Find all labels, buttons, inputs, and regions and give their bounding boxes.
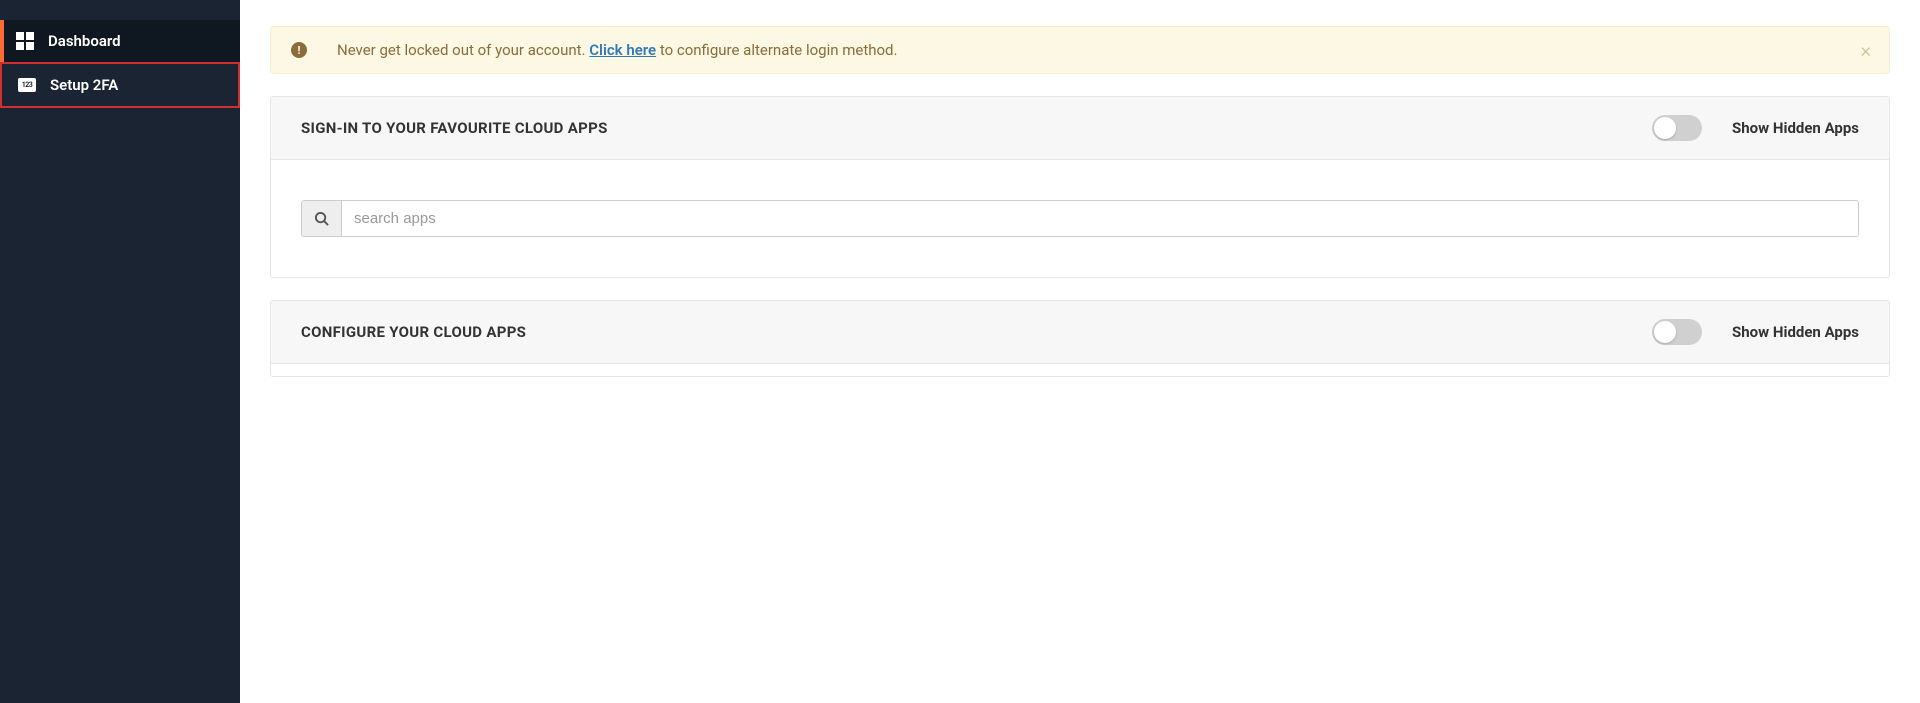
sidebar-item-dashboard[interactable]: Dashboard (0, 20, 240, 62)
toggle-label: Show Hidden Apps (1732, 119, 1859, 137)
search-icon (302, 201, 342, 236)
sidebar-item-setup-2fa[interactable]: 123 Setup 2FA (0, 62, 240, 108)
alert-link[interactable]: Click here (589, 41, 656, 59)
search-group (301, 200, 1859, 237)
twofa-icon: 123 (18, 76, 36, 94)
alert-text-before: Never get locked out of your account. (337, 41, 589, 59)
warning-icon: ! (291, 42, 307, 58)
sidebar-item-label: Dashboard (48, 32, 121, 50)
panel-header-right: Show Hidden Apps (1652, 115, 1859, 141)
main-content: ! Never get locked out of your account. … (240, 0, 1920, 703)
panel-header-right: Show Hidden Apps (1652, 319, 1859, 345)
panel-configure-apps: CONFIGURE YOUR CLOUD APPS Show Hidden Ap… (270, 300, 1890, 377)
sidebar-item-label: Setup 2FA (50, 76, 118, 94)
panel-header: CONFIGURE YOUR CLOUD APPS Show Hidden Ap… (271, 301, 1889, 364)
dashboard-icon (16, 32, 34, 50)
toggle-show-hidden-apps-configure[interactable] (1652, 319, 1702, 345)
toggle-label: Show Hidden Apps (1732, 323, 1859, 341)
panel-header: SIGN-IN TO YOUR FAVOURITE CLOUD APPS Sho… (271, 97, 1889, 160)
panel-signin-apps: SIGN-IN TO YOUR FAVOURITE CLOUD APPS Sho… (270, 96, 1890, 278)
sidebar-top-spacer (0, 0, 240, 20)
panel-title: CONFIGURE YOUR CLOUD APPS (301, 323, 526, 341)
alert-text-after: to configure alternate login method. (656, 41, 897, 59)
panel-title: SIGN-IN TO YOUR FAVOURITE CLOUD APPS (301, 119, 608, 137)
close-icon[interactable]: × (1861, 38, 1871, 62)
alert-banner: ! Never get locked out of your account. … (270, 26, 1890, 74)
alert-text: Never get locked out of your account. Cl… (337, 41, 897, 59)
panel-body (271, 364, 1889, 376)
search-apps-input[interactable] (342, 201, 1858, 236)
toggle-show-hidden-apps-signin[interactable] (1652, 115, 1702, 141)
sidebar: Dashboard 123 Setup 2FA (0, 0, 240, 703)
panel-body (271, 160, 1889, 277)
